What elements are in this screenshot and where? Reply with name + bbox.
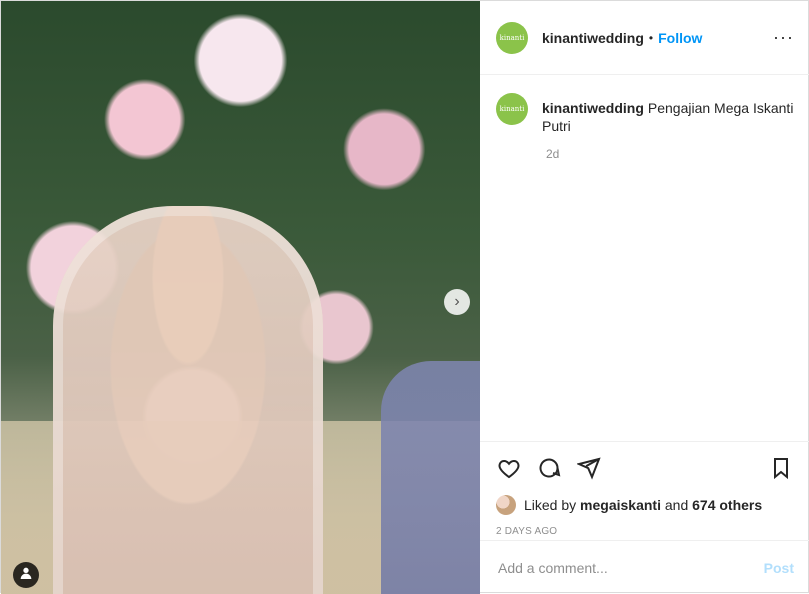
instagram-post-modal: › kinanti kinantiwedding • Follow ··· ki… (0, 0, 809, 594)
action-icons (480, 442, 809, 494)
bookmark-icon (774, 458, 788, 480)
caption-time-ago[interactable]: 2d (546, 147, 794, 161)
share-button[interactable] (576, 455, 602, 481)
like-button[interactable] (496, 455, 522, 481)
next-arrow-icon: › (454, 293, 460, 310)
avatar-text: kinanti (499, 33, 525, 42)
comment-icon (539, 458, 561, 478)
likes-summary: Liked by megaiskanti and 674 others (480, 494, 809, 516)
caption-username[interactable]: kinantiwedding (542, 100, 644, 116)
post-details-panel: kinanti kinantiwedding • Follow ··· kina… (480, 1, 809, 594)
likes-others[interactable]: 674 others (692, 497, 762, 513)
post-actions: Liked by megaiskanti and 674 others 2 DA… (480, 441, 809, 542)
likes-prefix: Liked by (524, 497, 577, 513)
post-photo[interactable]: › (1, 1, 480, 594)
post-date[interactable]: 2 DAYS AGO (480, 516, 809, 542)
author-username[interactable]: kinantiwedding (542, 30, 644, 46)
post-header: kinanti kinantiwedding • Follow ··· (480, 1, 809, 75)
carousel-next-button[interactable]: › (444, 289, 470, 315)
user-tag-button[interactable] (13, 562, 39, 588)
follow-button[interactable]: Follow (658, 30, 702, 46)
side-person-figure (381, 361, 480, 594)
caption-avatar[interactable]: kinanti (496, 93, 528, 125)
share-icon (577, 457, 601, 480)
comment-button[interactable] (536, 455, 562, 481)
user-tag-icon (18, 565, 34, 586)
comment-bar: Post (480, 540, 809, 594)
caption-area: kinanti kinantiwedding Pengajian Mega Isk… (480, 75, 809, 441)
more-options-icon[interactable]: ··· (773, 27, 794, 48)
avatar-text: kinanti (499, 105, 525, 113)
likes-connector: and (664, 497, 689, 513)
post-comment-button[interactable]: Post (764, 560, 794, 576)
caption-row: kinanti kinantiwedding Pengajian Mega Isk… (496, 93, 794, 135)
heart-icon (498, 459, 520, 479)
liker-avatar[interactable] (496, 495, 516, 515)
comment-input[interactable] (496, 558, 764, 577)
bride-figure (53, 206, 323, 594)
liker-username[interactable]: megaiskanti (580, 497, 661, 513)
save-button[interactable] (768, 455, 794, 481)
author-avatar[interactable]: kinanti (496, 21, 528, 54)
caption-text: kinantiwedding Pengajian Mega Iskanti Put… (542, 93, 794, 135)
separator-dot: • (648, 30, 654, 45)
